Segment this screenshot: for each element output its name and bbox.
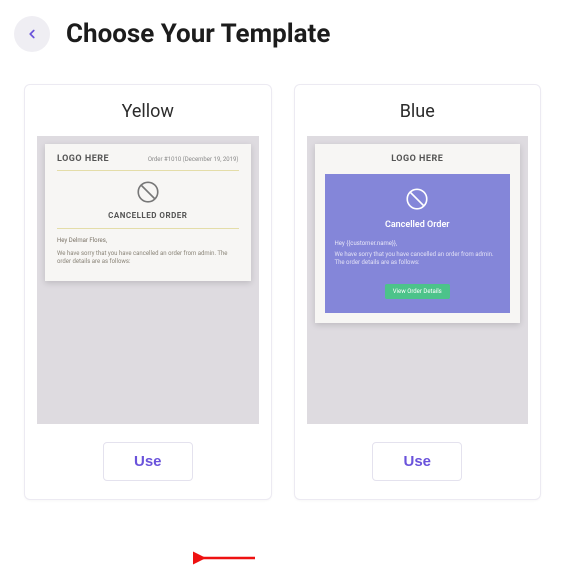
preview-body: We have sorry that you have cancelled an… (57, 250, 239, 267)
preview-body: We have sorry that you have cancelled an… (335, 251, 501, 268)
preview-header: LOGO HERE Order #1010 (December 19, 2019… (57, 154, 239, 171)
preview-logo: LOGO HERE (325, 154, 511, 164)
page-title: Choose Your Template (66, 19, 330, 49)
preview-greeting: Hey Delmar Flores, (57, 237, 239, 244)
use-button[interactable]: Use (103, 442, 193, 481)
template-card-yellow: Yellow LOGO HERE Order #1010 (December 1… (24, 84, 272, 500)
preview-heading: Cancelled Order (335, 220, 501, 230)
template-thumbnail-yellow[interactable]: LOGO HERE Order #1010 (December 19, 2019… (37, 136, 259, 424)
preview-cta-button: View Order Details (385, 284, 450, 299)
page-header: Choose Your Template (0, 0, 565, 68)
preview-order-meta: Order #1010 (December 19, 2019) (148, 156, 239, 163)
template-card-blue: Blue LOGO HERE Cancelled Order Hey {{cus… (294, 84, 542, 500)
annotation-arrow-icon (193, 545, 259, 571)
back-button[interactable] (14, 16, 50, 52)
template-grid: Yellow LOGO HERE Order #1010 (December 1… (0, 68, 565, 500)
cancel-icon (57, 179, 239, 205)
preview-email: LOGO HERE Order #1010 (December 19, 2019… (45, 144, 251, 281)
cancel-icon (335, 186, 501, 212)
template-name: Yellow (37, 101, 259, 122)
preview-greeting: Hey {{customer.name}}, (335, 240, 501, 247)
template-name: Blue (307, 101, 529, 122)
preview-panel: Cancelled Order Hey {{customer.name}}, W… (325, 174, 511, 313)
preview-email: LOGO HERE Cancelled Order Hey {{customer… (315, 144, 521, 323)
preview-heading: CANCELLED ORDER (57, 211, 239, 229)
preview-logo: LOGO HERE (57, 154, 109, 164)
use-button[interactable]: Use (372, 442, 462, 481)
chevron-left-icon (25, 27, 39, 41)
template-thumbnail-blue[interactable]: LOGO HERE Cancelled Order Hey {{customer… (307, 136, 529, 424)
